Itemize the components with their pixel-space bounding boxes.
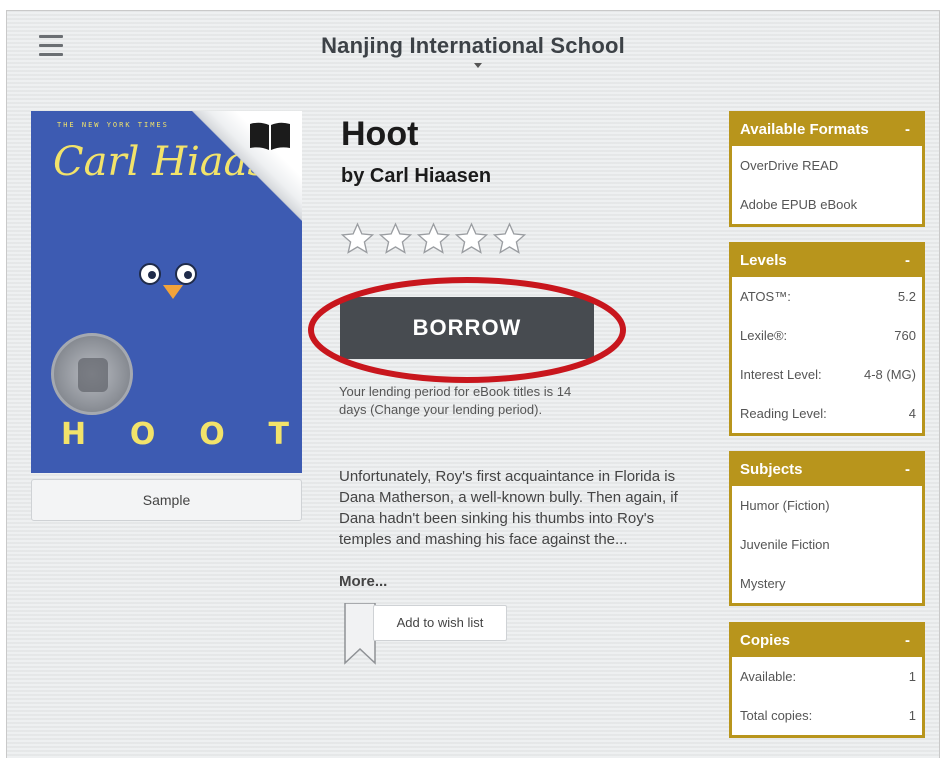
copies-row: Total copies: 1	[732, 696, 922, 735]
subject-item[interactable]: Humor (Fiction)	[732, 486, 922, 525]
app-frame: Nanjing International School THE NEW YOR…	[6, 10, 940, 758]
panel-title: Available Formats	[740, 121, 869, 138]
subject-label[interactable]: Juvenile Fiction	[740, 525, 830, 564]
panel-title: Copies	[740, 632, 791, 649]
format-label: Adobe EPUB eBook	[740, 197, 858, 212]
levels-header[interactable]: Levels -	[732, 245, 922, 277]
copies-label: Total copies:	[740, 708, 813, 723]
more-link[interactable]: More...	[339, 573, 387, 590]
level-row: Interest Level: 4-8 (MG)	[732, 355, 922, 394]
book-cover[interactable]: THE NEW YORK TIMES Carl Hiaasen H O O T	[31, 111, 302, 473]
copies-value: 1	[908, 708, 916, 723]
format-label: OverDrive READ	[740, 158, 839, 173]
top-bar: Nanjing International School	[7, 11, 939, 81]
subject-item[interactable]: Mystery	[732, 564, 922, 603]
collapse-toggle-icon[interactable]: -	[905, 625, 910, 657]
star-icon[interactable]	[339, 221, 376, 257]
subjects-header[interactable]: Subjects -	[732, 454, 922, 486]
cover-title-letter: H	[61, 417, 87, 452]
owl-illustration	[139, 263, 209, 299]
available-formats-panel: Available Formats - OverDrive READ Adobe…	[729, 111, 925, 227]
cover-title-letter: O	[199, 417, 225, 452]
copies-header[interactable]: Copies -	[732, 625, 922, 657]
cover-tagline: THE NEW YORK TIMES	[57, 121, 169, 129]
collapse-toggle-icon[interactable]: -	[905, 245, 910, 277]
level-row: Lexile®: 760	[732, 316, 922, 355]
library-dropdown-caret-icon[interactable]	[474, 63, 482, 68]
book-byline: by Carl Hiaasen	[341, 165, 491, 188]
cover-title-letter: O	[129, 417, 156, 452]
author-link[interactable]: Carl Hiaasen	[370, 165, 491, 187]
book-title: Hoot	[341, 115, 419, 153]
levels-panel: Levels - ATOS™: 5.2 Lexile®: 760 Interest …	[729, 242, 925, 436]
level-value: 4-8 (MG)	[864, 367, 916, 382]
subject-label[interactable]: Mystery	[740, 564, 786, 603]
level-label: Reading Level:	[740, 406, 827, 421]
level-value: 760	[894, 328, 916, 343]
level-label: Lexile®:	[740, 328, 788, 343]
subject-item[interactable]: Juvenile Fiction	[732, 525, 922, 564]
collapse-toggle-icon[interactable]: -	[905, 114, 910, 146]
bookmark-ribbon-icon[interactable]	[343, 603, 377, 665]
lending-period-note: Your lending period for eBook titles is …	[339, 384, 572, 417]
star-icon[interactable]	[377, 221, 414, 257]
sample-button[interactable]: Sample	[31, 479, 302, 521]
copies-label: Available:	[740, 669, 797, 684]
level-value: 5.2	[897, 289, 916, 304]
borrow-button[interactable]: BORROW	[340, 297, 594, 359]
panel-title: Levels	[740, 252, 787, 269]
library-name[interactable]: Nanjing International School	[7, 33, 939, 59]
star-icon[interactable]	[415, 221, 452, 257]
level-label: ATOS™:	[740, 289, 791, 304]
by-prefix: by	[341, 165, 365, 187]
cover-title: H O O T	[61, 417, 289, 452]
available-formats-header[interactable]: Available Formats -	[732, 114, 922, 146]
level-row: Reading Level: 4	[732, 394, 922, 433]
panel-title: Subjects	[740, 461, 803, 478]
subjects-panel: Subjects - Humor (Fiction) Juvenile Fict…	[729, 451, 925, 606]
subject-label[interactable]: Humor (Fiction)	[740, 486, 830, 525]
star-icon[interactable]	[453, 221, 490, 257]
newbery-medal-icon	[51, 333, 133, 415]
copies-panel: Copies - Available: 1 Total copies: 1	[729, 622, 925, 738]
level-label: Interest Level:	[740, 367, 822, 382]
level-row: ATOS™: 5.2	[732, 277, 922, 316]
copies-value: 1	[908, 669, 916, 684]
star-icon[interactable]	[491, 221, 528, 257]
copies-row: Available: 1	[732, 657, 922, 696]
cover-title-letter: T	[268, 417, 289, 452]
book-description: Unfortunately, Roy's first acquaintance …	[339, 468, 678, 548]
add-to-wish-list-button[interactable]: Add to wish list	[373, 605, 507, 641]
level-value: 4	[908, 406, 916, 421]
open-book-icon	[250, 122, 290, 150]
format-item: OverDrive READ	[732, 146, 922, 185]
star-rating[interactable]	[339, 221, 528, 257]
format-item: Adobe EPUB eBook	[732, 185, 922, 224]
collapse-toggle-icon[interactable]: -	[905, 454, 910, 486]
